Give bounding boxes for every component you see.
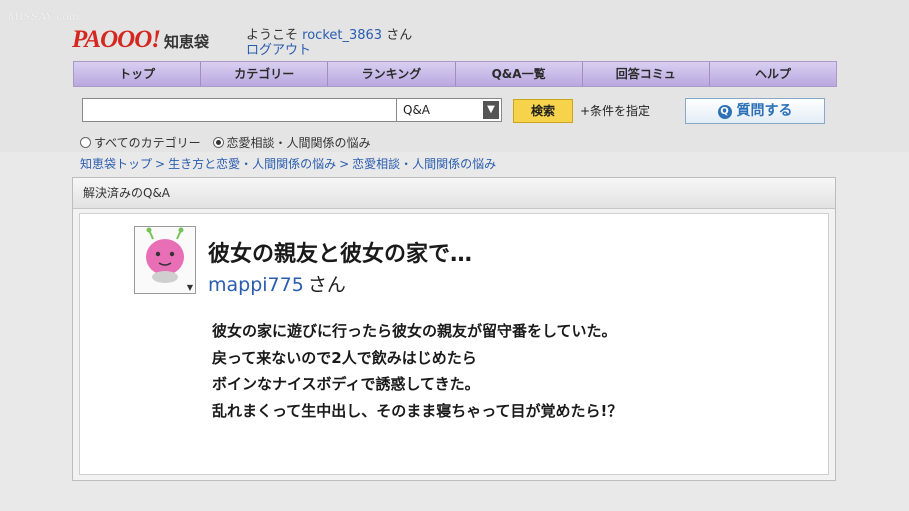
breadcrumb-item-love-advice[interactable]: 恋愛相談・人間関係の悩み (352, 157, 496, 171)
nav-item-answer-community[interactable]: 回答コミュ (583, 62, 710, 86)
breadcrumb-separator: > (339, 157, 350, 171)
main-nav: トップ カテゴリー ランキング Q&A一覧 回答コミュ ヘルプ (73, 61, 837, 87)
question-body-line: ボインなナイスボディで誘惑してきた。 (212, 375, 480, 393)
conditions-link[interactable]: +条件を指定 (580, 102, 650, 119)
question-title: 彼女の親友と彼女の家で… (208, 242, 473, 267)
welcome-block: ようこそ rocket_3863 さん ログアウト (246, 28, 412, 58)
logout-link[interactable]: ログアウト (246, 43, 412, 58)
author-name-link[interactable]: mappi775 (208, 274, 304, 296)
question-body-line: 彼女の家に遊びに行ったら彼女の親友が留守番をしていた。 (212, 322, 617, 340)
radio-all-categories[interactable] (80, 137, 91, 148)
ask-question-button[interactable]: Q 質問する (685, 98, 825, 124)
ask-question-label: 質問する (736, 103, 793, 119)
question-body-line: 乱れまくって生中出し、そのまま寝ちゃって目が覚めたら!？ (212, 401, 623, 420)
author-suffix: さん (307, 274, 346, 296)
radio-all-categories-label[interactable]: すべてのカテゴリー (94, 136, 201, 150)
username-link[interactable]: rocket_3863 (302, 28, 382, 43)
panel-body: ▼ 彼女の親友と彼女の家で… mappi775 さん 彼女の家に遊びに行ったら彼女… (79, 213, 829, 475)
q-icon: Q (717, 105, 732, 119)
search-scope-select[interactable]: Q&A ▼ (396, 98, 502, 122)
question-body: 彼女の家に遊びに行ったら彼女の親友が留守番をしていた。 戻って来ないので2人で飲… (212, 318, 772, 424)
welcome-prefix: ようこそ (246, 28, 299, 43)
breadcrumb-item-top[interactable]: 知恵袋トップ (80, 157, 152, 171)
search-scope-value: Q&A (403, 103, 431, 117)
panel-header: 解決済みのQ&A (73, 178, 835, 209)
radio-love-advice[interactable] (212, 137, 224, 148)
avatar[interactable]: ▼ (134, 226, 196, 294)
question-body-line: 戻って来ないので2人で飲みはじめたら (212, 348, 477, 367)
nav-item-top[interactable]: トップ (74, 62, 202, 86)
dropdown-arrow-icon[interactable]: ▼ (483, 101, 499, 119)
search-input[interactable] (82, 98, 404, 122)
site-logo[interactable]: PAOOO! 知恵袋 (72, 26, 209, 56)
nav-item-ranking[interactable]: ランキング (328, 62, 456, 86)
welcome-suffix: さん (386, 28, 413, 43)
breadcrumb-item-lifestyle[interactable]: 生き方と恋愛・人間関係の悩み (168, 157, 336, 171)
logo-brand: PAOOO! (72, 26, 161, 53)
category-radio-group: すべてのカテゴリー 恋愛相談・人間関係の悩み (80, 134, 379, 151)
author-line: mappi775 さん (208, 270, 346, 297)
nav-item-help[interactable]: ヘルプ (710, 62, 836, 86)
nav-item-category[interactable]: カテゴリー (201, 62, 329, 86)
watermark: MISSAV.com (8, 9, 79, 23)
nav-item-qa-list[interactable]: Q&A一覧 (456, 62, 583, 86)
avatar-dropdown-icon[interactable]: ▼ (187, 283, 193, 292)
breadcrumb: 知恵袋トップ > 生き方と恋愛・人間関係の悩み > 恋愛相談・人間関係の悩み (80, 155, 496, 172)
question-panel: 解決済みのQ&A ▼ 彼女の親友と彼女の家で… mappi775 さん 彼女の家に… (72, 177, 836, 481)
search-button[interactable]: 検索 (513, 99, 573, 123)
breadcrumb-separator: > (155, 157, 166, 171)
logo-sub: 知恵袋 (163, 33, 209, 51)
radio-love-advice-label[interactable]: 恋愛相談・人間関係の悩み (227, 136, 371, 150)
